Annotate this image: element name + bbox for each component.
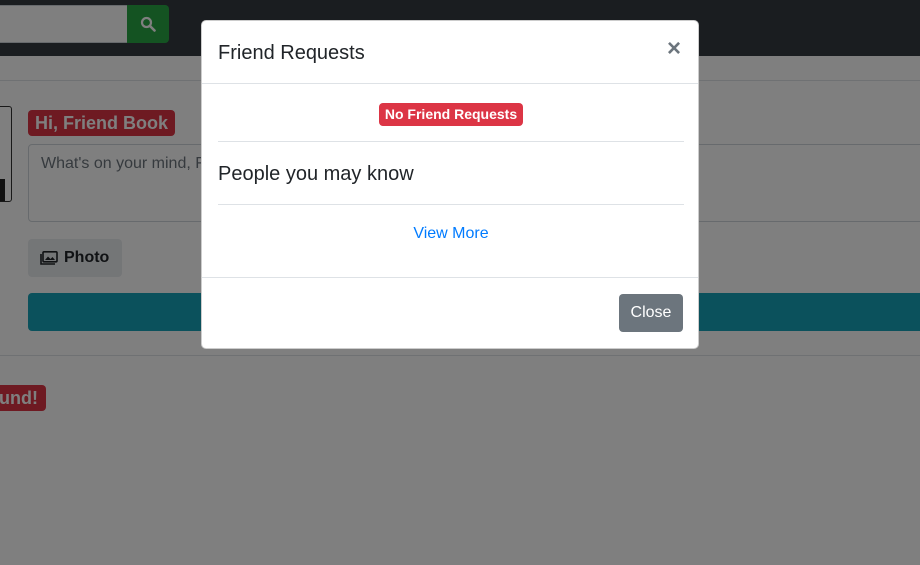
modal-title: Friend Requests <box>218 42 365 64</box>
view-more-link[interactable]: View More <box>218 205 684 243</box>
friend-requests-modal: Friend Requests × No Friend Requests Peo… <box>201 20 699 349</box>
modal-body: No Friend Requests People you may know V… <box>218 84 684 277</box>
close-button[interactable]: Close <box>619 294 683 332</box>
modal-header: Friend Requests × <box>202 21 698 84</box>
no-requests-badge: No Friend Requests <box>378 103 524 126</box>
people-heading: People you may know <box>218 142 684 205</box>
modal-footer: Close <box>202 277 698 348</box>
requests-section: No Friend Requests <box>218 84 684 142</box>
close-icon[interactable]: × <box>666 37 682 61</box>
